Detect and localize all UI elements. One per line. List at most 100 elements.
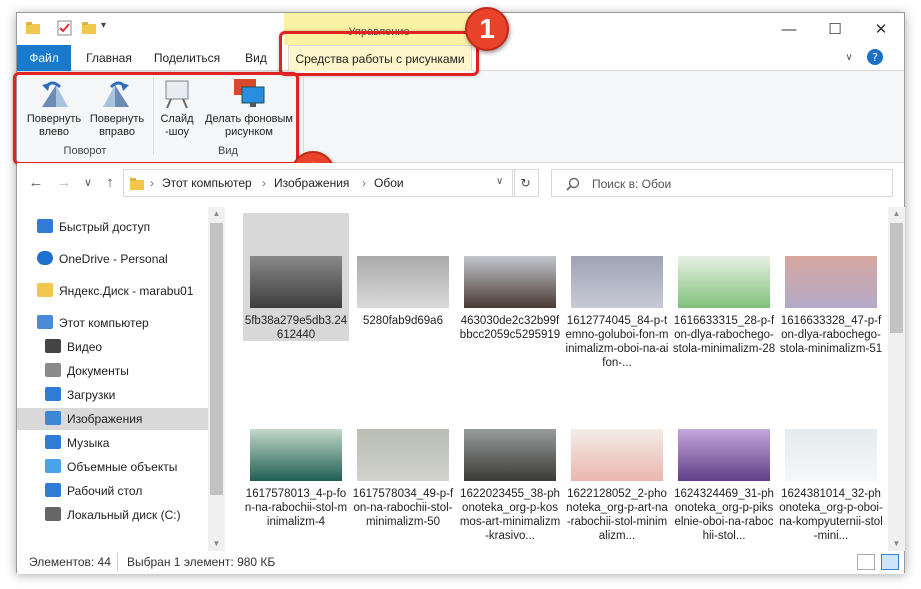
back-arrow-icon[interactable]: ← [25,171,47,195]
properties-icon[interactable] [57,20,73,38]
file-tile[interactable]: 1624324469_31-phonoteka_org-p-pikselnie-… [671,417,777,551]
image-thumbnail [357,429,449,481]
breadcrumb-this-pc[interactable]: Этот компьютер [162,176,252,190]
up-arrow-icon[interactable]: ↑ [99,171,121,195]
breadcrumb-separator: › [362,176,366,190]
file-name: 5280fab9d69a6 [363,315,443,327]
breadcrumb-wallpapers[interactable]: Обои [374,176,404,190]
forward-arrow-icon[interactable]: → [53,171,75,195]
maximize-button[interactable]: ☐ [812,13,858,45]
sidebar-item[interactable]: OneDrive - Personal [17,248,208,270]
tab-home[interactable]: Главная [75,45,143,71]
sidebar-item[interactable]: Видео [17,336,208,358]
sidebar-scroll-thumb[interactable] [210,223,223,495]
sidebar-item-label: Документы [67,364,129,378]
file-tile[interactable]: 5280fab9d69a6 [350,213,456,341]
scroll-up-icon[interactable]: ▲ [888,207,905,221]
file-tile[interactable]: 1622023455_38-phonoteka_org-p-kosmos-art… [457,417,563,551]
folder-icon [130,178,144,190]
sidebar-item[interactable]: Яндекс.Диск - marabu01 [17,280,208,302]
file-name: 1616633328_47-p-fon-dlya-rabochego-stola… [779,315,883,355]
large-icons-view-icon[interactable] [881,554,899,570]
image-thumbnail [785,429,877,481]
tab-file[interactable]: Файл [17,45,71,71]
item-count: Элементов: 44 [29,555,111,569]
file-tile[interactable]: 5fb38a279e5db3.24612440 [243,213,349,341]
refresh-button[interactable]: ↻ [512,169,539,197]
search-icon [566,177,580,191]
scroll-down-icon[interactable]: ▼ [208,537,225,551]
sidebar-item[interactable]: Изображения [17,408,208,430]
scroll-up-icon[interactable]: ▲ [208,207,225,221]
file-tile[interactable]: 1617578034_49-p-fon-na-rabochii-stol-min… [350,417,456,551]
annotation-highlight-ribbon [13,72,299,165]
sidebar-item[interactable]: Рабочий стол [17,480,208,502]
file-tile[interactable]: 1624381014_32-phonoteka_org-p-oboi-na-ko… [778,417,884,551]
sidebar-scrollbar[interactable]: ▲ ▼ [208,207,225,551]
tab-share[interactable]: Поделиться [147,45,227,71]
breadcrumb-separator: › [262,176,266,190]
file-name: 463030de2c32b99fbbcc2059c5295919 [459,315,561,341]
sidebar-item[interactable]: Локальный диск (C:) [17,504,208,526]
new-folder-icon[interactable] [81,20,97,38]
address-dropdown-icon[interactable]: ∨ [496,176,503,187]
sidebar-item[interactable]: Объемные объекты [17,456,208,478]
svg-text:?: ? [872,51,878,64]
annotation-highlight-tab [279,31,479,76]
sidebar-item[interactable]: Загрузки [17,384,208,406]
help-icon[interactable]: ? [865,48,885,68]
download-icon [45,387,61,401]
quick-access-dropdown-icon[interactable]: ▾ [101,20,106,38]
sidebar-item-label: Объемные объекты [67,460,178,474]
sidebar-item[interactable]: Этот компьютер [17,312,208,334]
sidebar-item-label: OneDrive - Personal [59,252,168,266]
yandex-disk-icon [37,283,53,297]
sidebar-item-label: Яндекс.Диск - marabu01 [59,284,194,298]
explorer-window: ▾ Управление — ☐ ✕ Файл Главная Поделить… [13,7,905,574]
sidebar-item-label: Рабочий стол [67,484,143,498]
sidebar-item-label: Видео [67,340,103,354]
scroll-down-icon[interactable]: ▼ [888,537,905,551]
computer-icon [37,315,53,329]
address-field[interactable]: › Этот компьютер › Изображения › Обои ∨ [123,169,515,197]
breadcrumb-pictures[interactable]: Изображения [274,176,349,190]
tab-view[interactable]: Вид [231,45,281,71]
status-divider [117,553,118,571]
content-scrollbar[interactable]: ▲ ▼ [888,207,905,551]
file-tile[interactable]: 1617578013_4-p-fon-na-rabochii-stol-mini… [243,417,349,551]
minimize-button[interactable]: — [766,13,812,45]
sidebar-item-label: Быстрый доступ [59,220,151,234]
file-tile[interactable]: 1612774045_84-p-temno-goluboi-fon-minima… [564,213,670,369]
documents-icon [45,363,61,377]
sidebar-item-label: Этот компьютер [59,316,149,330]
sidebar-item-label: Музыка [67,436,110,450]
drive-icon [45,507,61,521]
close-button[interactable]: ✕ [858,13,904,45]
image-thumbnail [250,256,342,308]
search-placeholder: Поиск в: Обои [592,177,672,191]
collapse-ribbon-icon[interactable]: ∨ [839,45,859,71]
pictures-icon [45,411,61,425]
image-thumbnail [678,429,770,481]
sidebar-item[interactable]: Музыка [17,432,208,454]
status-bar: Элементов: 44 Выбран 1 элемент: 980 КБ [17,551,904,574]
image-thumbnail [464,256,556,308]
file-tile[interactable]: 1616633328_47-p-fon-dlya-rabochego-stola… [778,213,884,355]
sidebar-item[interactable]: Документы [17,360,208,382]
file-tile[interactable]: 1616633315_28-p-fon-dlya-rabochego-stola… [671,213,777,355]
selection-info: Выбран 1 элемент: 980 КБ [127,555,276,569]
breadcrumb-separator: › [150,176,154,190]
file-tile[interactable]: 463030de2c32b99fbbcc2059c5295919 [457,213,563,341]
address-bar: ← → ∨ ↑ › Этот компьютер › Изображения ›… [17,163,904,203]
details-view-icon[interactable] [857,554,875,570]
star-icon [37,219,53,233]
file-name: 1624324469_31-phonoteka_org-p-pikselnie-… [674,488,774,542]
file-tile[interactable]: 1622128052_2-phonoteka_org-p-art-na-rabo… [564,417,670,551]
search-input[interactable]: Поиск в: Обои [551,169,893,197]
sidebar-item[interactable]: Быстрый доступ [17,216,208,238]
file-name: 1617578034_49-p-fon-na-rabochii-stol-min… [352,488,454,528]
3d-objects-icon [45,459,61,473]
content-scroll-thumb[interactable] [890,223,903,333]
recent-dropdown-icon[interactable]: ∨ [77,171,99,195]
file-name: 5fb38a279e5db3.24612440 [244,315,348,341]
